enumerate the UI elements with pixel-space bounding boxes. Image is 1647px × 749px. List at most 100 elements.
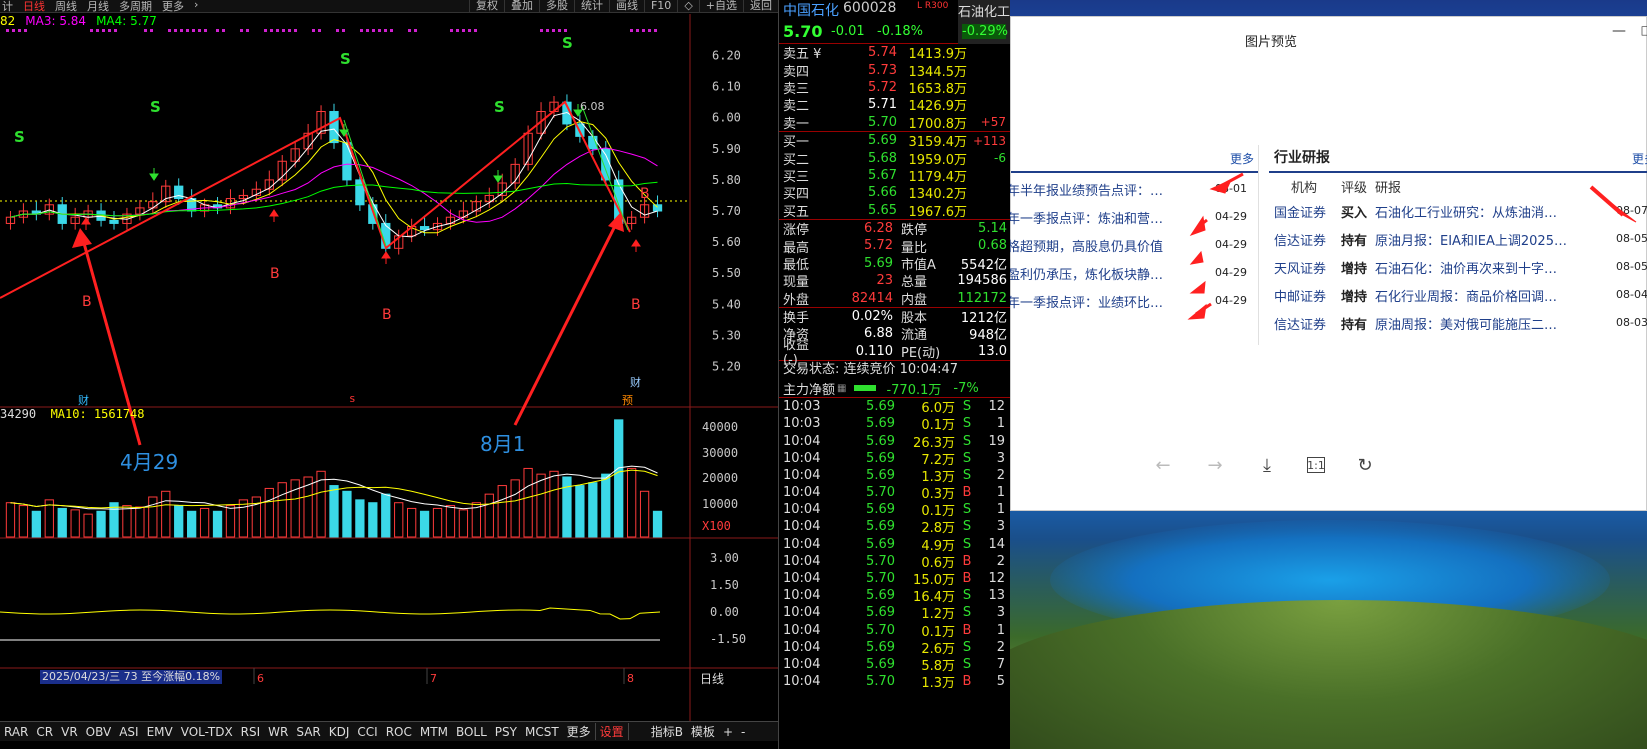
tick-list[interactable]: 10:03 5.69 6.0万 S 12 10:03 5.69 0.1万 S 1 10:04 5.69… <box>779 398 1010 691</box>
volume-bar <box>238 499 249 538</box>
tick-time: 10:04 <box>783 433 821 449</box>
company-report-row[interactable]: 盈利仍承压，炼化板块静… 04-29 <box>1010 259 1259 287</box>
right-more-link[interactable]: 更多 <box>1632 150 1647 167</box>
quote-panel: 中国石化 600028 L R300 5.70 -0.01 -0.18% 石油化… <box>778 0 1010 749</box>
tick-side: S <box>962 433 972 449</box>
report-title: 年一季报点评：业绩环比… <box>1010 296 1164 311</box>
indicator-tab--[interactable]: - <box>737 725 749 739</box>
stat-value: 23 <box>876 273 893 289</box>
bid-row[interactable]: 买二 5.68 1959.0万 -6 <box>779 149 1010 168</box>
indicator-tab-wr[interactable]: WR <box>264 725 292 739</box>
indicator-tab-mcst[interactable]: MCST <box>521 725 563 739</box>
signal-dot <box>150 29 153 32</box>
sell-signal: S <box>14 128 25 146</box>
bid-row[interactable]: 买三 5.67 1179.4万 <box>779 167 1010 185</box>
indicator-tab-emv[interactable]: EMV <box>143 725 177 739</box>
signal-dot <box>456 29 459 32</box>
book-volume: 1967.6万 <box>908 204 968 220</box>
indicator-tab-更多[interactable]: 更多 <box>563 723 596 740</box>
actual-size-icon[interactable]: 1:1 <box>1307 457 1325 473</box>
kline-chart-panel[interactable]: 计日线 周线 月线 多周期 更多 › 复权 叠加 多股 统计 画线 F10 ◇ +自选 返回 82 MA3:… <box>0 0 778 749</box>
volume-bar <box>419 510 430 538</box>
bid-row[interactable]: 买五 5.65 1967.6万 <box>779 202 1010 220</box>
net-bar <box>854 385 877 392</box>
tick-side: B <box>962 571 972 586</box>
signal-dot <box>6 29 9 32</box>
candle-body <box>109 219 119 224</box>
tick-price: 5.69 <box>866 588 895 604</box>
rotate-icon[interactable]: ↻ <box>1353 453 1377 477</box>
indicator-tab-+[interactable]: + <box>719 725 737 739</box>
company-report-row[interactable]: 格超预期，高股息仍具价值 04-29 <box>1010 231 1259 259</box>
indicator-tab-psy[interactable]: PSY <box>491 725 521 739</box>
next-icon[interactable]: → <box>1203 453 1227 477</box>
signal-dot <box>12 29 15 32</box>
price-axis-label: 5.20 <box>712 359 741 373</box>
previous-icon[interactable]: ← <box>1151 453 1175 477</box>
buy-signal: B <box>640 186 650 202</box>
grid-icon[interactable]: ▦ <box>837 383 846 394</box>
indicator-tab-rsi[interactable]: RSI <box>237 725 265 739</box>
indicator-tab-mtm[interactable]: MTM <box>416 725 452 739</box>
period-label[interactable]: 日线 <box>700 670 724 687</box>
tick-count: 14 <box>988 536 1005 552</box>
indicator-tab-asi[interactable]: ASI <box>115 725 142 739</box>
indicator-tab-cr[interactable]: CR <box>32 725 57 739</box>
signal-dot <box>552 29 555 32</box>
industry-report-row[interactable]: 天风证券 增持 石油石化：油价再次来到十字… 08-05 <box>1269 253 1647 281</box>
image-preview-window[interactable]: 图片预览 — □ 更多 年半年报业绩预告点评：… 08-01 年一季报点评：炼油和营… <box>1010 16 1647 511</box>
signal-dot <box>294 29 297 32</box>
buy-signal: B <box>382 307 392 323</box>
indicator-tab-设置[interactable]: 设置 <box>596 723 629 740</box>
left-more-link[interactable]: 更多 <box>1230 150 1254 167</box>
signal-dot <box>360 29 363 32</box>
indicator-tab-obv[interactable]: OBV <box>82 725 116 739</box>
volume-bar <box>329 485 339 538</box>
indicator-tab-kdj[interactable]: KDJ <box>325 725 354 739</box>
ask-row[interactable]: 卖二 5.71 1426.9万 <box>779 96 1010 114</box>
indicator-tab-boll[interactable]: BOLL <box>452 725 491 739</box>
indicator-tab-cci[interactable]: CCI <box>353 725 381 739</box>
company-report-row[interactable]: 年一季报点评：炼油和营… 04-29 <box>1010 203 1259 231</box>
stock-name[interactable]: 中国石化 <box>783 0 839 20</box>
chart-canvas[interactable]: 6.20 6.10 6.00 5.90 5.80 5.70 5.60 5.50 5.40 5.30… <box>0 0 778 721</box>
report-org: 天风证券 <box>1274 262 1327 277</box>
indicator-tab-rar[interactable]: RAR <box>0 725 32 739</box>
ask-row[interactable]: 卖五 ¥ 5.74 1413.9万 <box>779 44 1010 62</box>
tick-time: 10:04 <box>783 639 821 655</box>
industry-report-row[interactable]: 信达证券 持有 原油周报：美对俄可能施压二… 08-03 <box>1269 309 1647 337</box>
indicator-tab-sar[interactable]: SAR <box>292 725 324 739</box>
indicator-tab-指标b[interactable]: 指标B <box>647 723 687 740</box>
sector-badge[interactable]: 石油化工 -0.29% <box>958 0 1010 44</box>
maximize-icon[interactable]: □ <box>1641 23 1647 37</box>
indicator-tab-roc[interactable]: ROC <box>382 725 416 739</box>
indicator-tab-vol-tdx[interactable]: VOL-TDX <box>177 725 237 739</box>
bid-row[interactable]: 买四 5.66 1340.2万 <box>779 184 1010 202</box>
tick-price: 5.69 <box>866 656 895 672</box>
tick-row: 10:04 5.69 4.9万 S 14 <box>779 536 1010 554</box>
indicator-tab-vr[interactable]: VR <box>57 725 82 739</box>
tick-price: 5.69 <box>866 399 895 415</box>
industry-report-row[interactable]: 中邮证券 增持 石化行业周报：商品价格回调… 08-04 <box>1269 281 1647 309</box>
stock-tag: L R300 <box>917 1 949 11</box>
company-report-row[interactable]: 年一季报点评：业绩环比… 04-29 <box>1010 287 1259 315</box>
ask-row[interactable]: 卖一 5.70 1700.8万 +57 <box>779 114 1010 132</box>
download-icon[interactable]: ⤓ <box>1255 453 1279 477</box>
signal-dot <box>24 29 27 32</box>
ask-row[interactable]: 卖三 5.72 1653.8万 <box>779 79 1010 97</box>
industry-report-row[interactable]: 国金证券 买入 石油化工行业研究：从炼油消… 08-07 <box>1269 197 1647 225</box>
volume-bar <box>199 507 210 538</box>
ask-row[interactable]: 卖四 5.73 1344.5万 <box>779 61 1010 80</box>
bid-row[interactable]: 买一 5.69 3159.4万 +113 <box>779 132 1010 150</box>
stat-key: 最高 <box>783 240 810 256</box>
tick-count: 7 <box>996 656 1005 672</box>
company-report-row[interactable]: 年半年报业绩预告点评：… 08-01 <box>1010 175 1259 203</box>
volume-bar <box>627 467 637 538</box>
signal-dot <box>114 29 117 32</box>
signal-dot <box>144 29 147 32</box>
minimize-icon[interactable]: — <box>1612 23 1626 39</box>
tick-side: S <box>962 605 972 621</box>
industry-report-row[interactable]: 信达证券 持有 原油月报：EIA和IEA上调2025… 08-05 <box>1269 225 1647 253</box>
indicator-tab-模板[interactable]: 模板 <box>687 723 719 740</box>
price-change: -0.01 <box>831 24 865 39</box>
